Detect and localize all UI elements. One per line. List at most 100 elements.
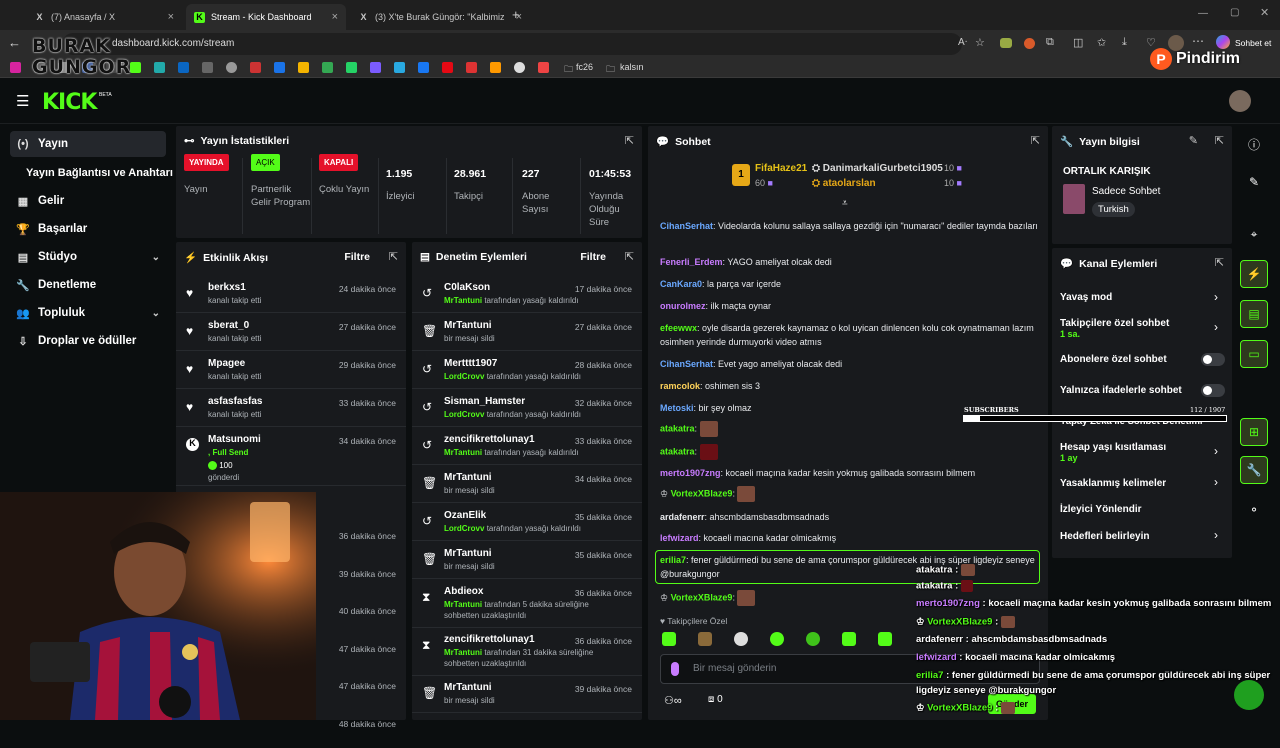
activity-user[interactable]: Mpagee bbox=[208, 358, 245, 369]
emote-icon[interactable] bbox=[842, 632, 856, 646]
browser-tab-x-home[interactable]: X (7) Anasayfa / X × bbox=[26, 4, 182, 30]
filter-button[interactable]: Filtre bbox=[344, 251, 370, 263]
extension-icon[interactable] bbox=[1024, 38, 1035, 49]
nav-droplar[interactable]: ⇩ Droplar ve ödüller bbox=[10, 328, 166, 354]
bookmark-icon[interactable] bbox=[490, 62, 501, 73]
chat-username[interactable]: atakatra bbox=[660, 446, 695, 456]
puzzle-icon[interactable]: ⧉ bbox=[1046, 36, 1054, 49]
nav-stream-key[interactable]: Yayın Bağlantısı ve Anahtarı bbox=[20, 160, 175, 186]
slow-mode-row[interactable]: Yavaş mod bbox=[1060, 292, 1225, 303]
mod-target[interactable]: zencifikrettolunay1 bbox=[444, 634, 535, 645]
copilot-icon[interactable] bbox=[1216, 35, 1230, 49]
mod-target[interactable]: MrTantuni bbox=[444, 548, 492, 559]
gift-counter[interactable]: ⧈ 0 bbox=[708, 694, 723, 705]
filter-button[interactable]: Filtre bbox=[580, 251, 606, 263]
top-gifter-name[interactable]: FifaHaze21 bbox=[755, 163, 807, 174]
bookmark-icon[interactable] bbox=[538, 62, 549, 73]
bookmark-icon[interactable] bbox=[226, 62, 237, 73]
favorites-icon[interactable]: ✩ bbox=[1097, 36, 1106, 49]
account-age-row[interactable]: Hesap yaşı kısıtlaması 1 ay bbox=[1060, 442, 1225, 464]
chevron-right-icon[interactable]: › bbox=[1214, 320, 1218, 334]
popout-icon[interactable]: ⇱ bbox=[389, 250, 398, 263]
extension-icon[interactable] bbox=[1000, 38, 1012, 48]
mod-target[interactable]: Sisman_Hamster bbox=[444, 396, 525, 407]
new-tab-icon[interactable]: + bbox=[512, 7, 520, 22]
instagram-icon[interactable] bbox=[10, 62, 21, 73]
lightning-icon[interactable]: ⚡ bbox=[1240, 260, 1268, 288]
back-arrow-icon[interactable]: ← bbox=[8, 35, 21, 50]
category-name[interactable]: Sadece Sohbet bbox=[1092, 186, 1160, 197]
linkedin-icon[interactable] bbox=[178, 62, 189, 73]
followers-only-row[interactable]: Takipçilere özel sohbet 1 sa. bbox=[1060, 318, 1225, 340]
moderator-name[interactable]: MrTantuni bbox=[444, 600, 482, 609]
close-icon[interactable]: × bbox=[332, 11, 338, 23]
chat-username[interactable]: VortexXBlaze9 bbox=[671, 592, 733, 602]
chat-username[interactable]: ardafenerr bbox=[660, 512, 705, 522]
kick-logo[interactable]: KICK bbox=[42, 90, 97, 115]
chat-username[interactable]: atakatra bbox=[660, 423, 695, 433]
activity-user[interactable]: asfasfasfas bbox=[208, 396, 262, 407]
copilot-label[interactable]: Sohbet et bbox=[1235, 38, 1271, 48]
moderator-name[interactable]: MrTantuni bbox=[444, 296, 482, 305]
url-field[interactable]: dashboard.kick.com/stream bbox=[62, 33, 962, 55]
language-tag[interactable]: Turkish bbox=[1092, 202, 1135, 217]
share-nodes-icon[interactable]: ⚬ bbox=[1240, 496, 1268, 524]
bookmark-icon[interactable] bbox=[466, 62, 477, 73]
chat-username[interactable]: efeewwx bbox=[660, 323, 697, 333]
popout-icon[interactable]: ⇱ bbox=[1215, 256, 1224, 269]
nav-yayin[interactable]: (•) Yayın bbox=[10, 131, 166, 157]
chat-username[interactable]: CihanSerhat bbox=[660, 359, 713, 369]
moderator-name[interactable]: LordCrovv bbox=[444, 372, 484, 381]
banned-words-row[interactable]: Yasaklanmış kelimeler bbox=[1060, 478, 1225, 489]
focus-icon[interactable]: ⌖ bbox=[1240, 220, 1268, 248]
bookmark-icon[interactable] bbox=[394, 62, 405, 73]
microphone-icon[interactable] bbox=[671, 662, 679, 676]
nav-topluluk[interactable]: 👥 Topluluk ⌄ bbox=[10, 300, 166, 326]
emote-icon[interactable] bbox=[698, 632, 712, 646]
moderator-name[interactable]: MrTantuni bbox=[444, 448, 482, 457]
browser-tab-x-post[interactable]: X (3) X'te Burak Güngör: "Kalbimizi b × bbox=[350, 4, 530, 30]
chat-username[interactable]: onurolmez bbox=[660, 301, 706, 311]
chat-username[interactable]: CanKara0 bbox=[660, 279, 702, 289]
emote-icon[interactable] bbox=[770, 632, 784, 646]
bookmark-icon[interactable] bbox=[274, 62, 285, 73]
mod-target[interactable]: MrTantuni bbox=[444, 472, 492, 483]
user-avatar[interactable] bbox=[1229, 90, 1251, 112]
edit-pencil-icon[interactable]: ✎ bbox=[1240, 168, 1268, 196]
document-icon[interactable]: ▤ bbox=[1240, 300, 1268, 328]
bookmark-icon[interactable] bbox=[154, 62, 165, 73]
host-row[interactable]: İzleyici Yönlendir bbox=[1060, 504, 1225, 515]
edit-pencil-icon[interactable]: ✎ bbox=[1189, 134, 1198, 147]
read-aloud-icon[interactable]: Aᐧ bbox=[958, 37, 967, 48]
mod-target[interactable]: Mertttt1907 bbox=[444, 358, 497, 369]
mod-target[interactable]: Abdieox bbox=[444, 586, 483, 597]
chat-icon[interactable]: ▭ bbox=[1240, 340, 1268, 368]
mod-target[interactable]: OzanElik bbox=[444, 510, 486, 521]
popout-icon[interactable]: ⇱ bbox=[1215, 134, 1224, 147]
top-gifter-name[interactable]: ⛭ DanimarkaliGurbetci1905 bbox=[812, 163, 943, 174]
bookmark-folder-fc26[interactable]: fc26 bbox=[576, 62, 593, 72]
split-screen-icon[interactable]: ◫ bbox=[1073, 36, 1083, 49]
popout-icon[interactable]: ⇱ bbox=[1031, 134, 1040, 147]
bookmark-folder-kalsin[interactable]: kalsın bbox=[620, 62, 644, 72]
moderator-name[interactable]: MrTantuni bbox=[444, 648, 482, 657]
expand-chevron-icon[interactable]: ⩡ bbox=[842, 198, 848, 209]
bookmark-icon[interactable] bbox=[514, 62, 525, 73]
community-icon[interactable]: ⚇∞ bbox=[664, 694, 682, 707]
bookmark-icon[interactable] bbox=[370, 62, 381, 73]
bookmark-icon[interactable] bbox=[298, 62, 309, 73]
browser-essentials-icon[interactable]: ♡ bbox=[1146, 36, 1156, 49]
mod-target[interactable]: MrTantuni bbox=[444, 320, 492, 331]
bookmark-icon[interactable] bbox=[442, 62, 453, 73]
goals-row[interactable]: Hedefleri belirleyin bbox=[1060, 531, 1225, 542]
nav-basarilar[interactable]: 🏆 Başarılar bbox=[10, 216, 166, 242]
download-icon[interactable]: ⤓ bbox=[1122, 36, 1127, 49]
emote-icon[interactable] bbox=[806, 632, 820, 646]
emote-only-toggle[interactable] bbox=[1201, 384, 1225, 397]
emote-icon[interactable] bbox=[878, 632, 892, 646]
chat-username[interactable]: VortexXBlaze9 bbox=[671, 488, 733, 498]
chevron-right-icon[interactable]: › bbox=[1214, 444, 1218, 458]
subscribers-only-toggle[interactable] bbox=[1201, 353, 1225, 366]
bookmark-icon[interactable] bbox=[322, 62, 333, 73]
close-icon[interactable]: × bbox=[168, 11, 174, 23]
